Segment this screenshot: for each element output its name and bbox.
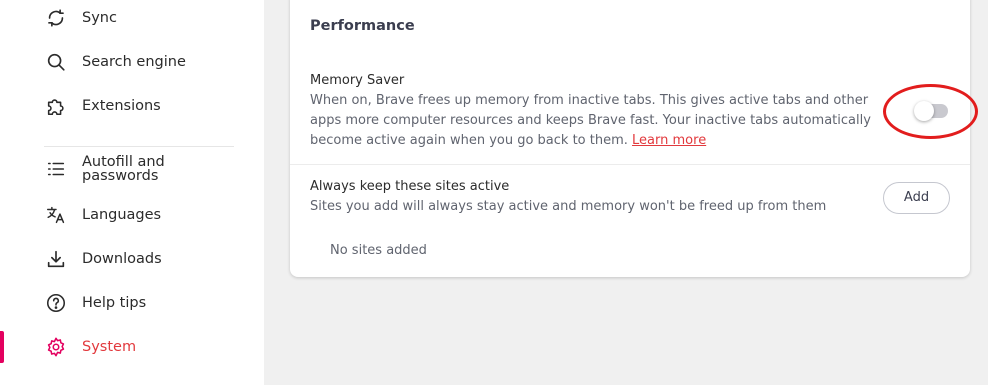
sidebar-item-label: Downloads [82, 251, 162, 267]
memory-saver-text: When on, Brave frees up memory from inac… [310, 93, 871, 148]
always-active-description: Sites you add will always stay active an… [310, 199, 827, 214]
sidebar-item-downloads[interactable]: Downloads [14, 239, 264, 279]
sidebar-item-label: Help tips [82, 295, 147, 311]
highlight-annotation [883, 84, 978, 139]
sidebar-item-label: Extensions [82, 98, 161, 114]
section-title: Performance [310, 18, 415, 34]
help-icon [44, 291, 68, 315]
sidebar-item-sync[interactable]: Sync [14, 0, 264, 38]
sidebar-divider [44, 146, 234, 147]
empty-sites-text: No sites added [330, 243, 427, 258]
gear-icon [44, 335, 68, 359]
sidebar-item-label: Search engine [82, 54, 186, 70]
row-divider [290, 164, 970, 165]
list-icon [44, 157, 68, 181]
sidebar-item-search-engine[interactable]: Search engine [14, 42, 264, 82]
sidebar-item-label: Autofill and passwords [82, 154, 165, 184]
sidebar-item-system[interactable]: System [14, 327, 264, 367]
sync-icon [44, 6, 68, 30]
sidebar-item-label: Sync [82, 10, 117, 26]
learn-more-link[interactable]: Learn more [632, 133, 706, 148]
memory-saver-description: When on, Brave frees up memory from inac… [310, 91, 882, 151]
download-icon [44, 247, 68, 271]
active-indicator [0, 331, 4, 363]
sidebar-item-label: Languages [82, 207, 162, 223]
sidebar-item-languages[interactable]: Languages [14, 195, 264, 235]
settings-sidebar: Sync Search engine Extensions Autofill a… [14, 0, 264, 385]
add-site-button[interactable]: Add [883, 182, 950, 214]
memory-saver-title: Memory Saver [310, 73, 405, 88]
performance-card: Performance Memory Saver When on, Brave … [290, 0, 970, 277]
sidebar-item-label: System [82, 339, 137, 355]
sidebar-item-autofill[interactable]: Autofill and passwords [14, 149, 264, 189]
always-active-title: Always keep these sites active [310, 179, 510, 194]
search-icon [44, 50, 68, 74]
sidebar-item-extensions[interactable]: Extensions [14, 86, 264, 126]
translate-icon [44, 203, 68, 227]
puzzle-icon [44, 94, 68, 118]
sidebar-item-help-tips[interactable]: Help tips [14, 283, 264, 323]
window-edge [0, 0, 14, 385]
